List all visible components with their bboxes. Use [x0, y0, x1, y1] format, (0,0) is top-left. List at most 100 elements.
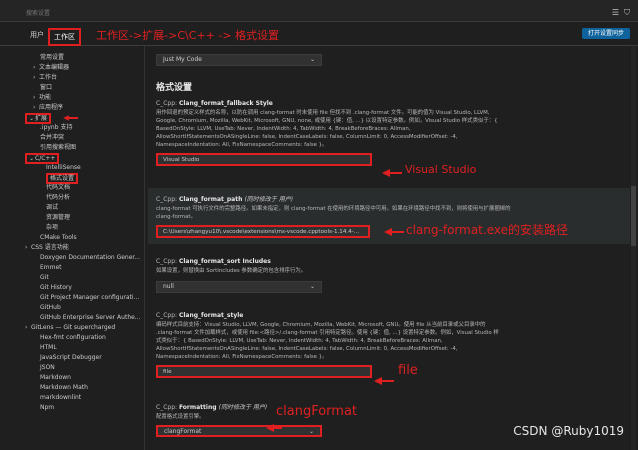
sidebar-item[interactable]: .ipynb 支持	[40, 123, 72, 133]
clang-format-style-input[interactable]: file	[156, 365, 372, 378]
annotation-arrow-line	[380, 380, 394, 382]
sidebar-item[interactable]: GitHub	[40, 303, 61, 313]
open-settings-sync-button[interactable]: 打开设置同步	[582, 28, 630, 39]
formatting-dropdown[interactable]: clangFormat ⌄	[156, 425, 322, 437]
sidebar-item[interactable]: Emmet	[40, 263, 62, 273]
sidebar-item-label: HTML	[40, 344, 57, 351]
sidebar-item-label: 杂项	[46, 224, 59, 231]
sidebar-item-label: IntelliSense	[46, 164, 81, 171]
sidebar-item[interactable]: JSON	[40, 363, 55, 373]
sidebar-item[interactable]: 代码分析	[46, 193, 70, 203]
sidebar-item[interactable]: CMake Tools	[40, 233, 77, 243]
tab-workspace[interactable]: 工作区	[48, 28, 81, 47]
sidebar-item-label: 工作台	[39, 74, 58, 81]
sidebar-item[interactable]: › CSS 语言功能	[25, 243, 69, 253]
sidebar-item-label: CSS 语言功能	[31, 244, 69, 251]
scroll-thumb[interactable]	[631, 186, 636, 246]
chevron-down-icon: ⌄	[308, 428, 314, 435]
sidebar-item-label: 功能	[39, 94, 52, 101]
sidebar-item[interactable]: Git History	[40, 283, 72, 293]
annotation-arrow-line	[68, 117, 78, 119]
section-heading: 格式设置	[156, 83, 193, 93]
sidebar-item-label: CMake Tools	[40, 234, 77, 241]
sidebar-item[interactable]: 调试	[46, 203, 58, 213]
annotation-clang-path: clang-format.exe的安装路径	[406, 223, 568, 237]
sidebar-item-label: 调试	[46, 204, 59, 211]
sidebar-item[interactable]: › 文本编辑器	[33, 63, 69, 73]
sidebar-item-label: C/C++	[35, 155, 56, 162]
chevron-down-icon: ⌄	[309, 56, 315, 63]
sidebar-item-label: GitLens — Git supercharged	[31, 324, 116, 331]
chevron-down-icon: ⌄	[309, 283, 315, 290]
sidebar-item-label: 常用设置	[40, 54, 65, 61]
sidebar-item-label: Git Project Manager configurati...	[40, 294, 140, 301]
clang-format-path-input[interactable]: C:\Users\zhangyu10\.vscode\extensions\ms…	[156, 225, 370, 238]
tab-user[interactable]: 用户	[30, 30, 44, 40]
sort-includes-dropdown[interactable]: null ⌄	[156, 281, 322, 293]
sidebar-item[interactable]: Markdown Math	[40, 383, 88, 393]
annotation-clangformat: clangFormat	[276, 404, 358, 419]
sidebar-item-label: JSON	[40, 364, 55, 371]
filter-icon[interactable]: ⛉	[624, 8, 630, 18]
sidebar-item-label: JavaScript Debugger	[40, 354, 102, 361]
search-bar: ☰ ⛉	[0, 0, 638, 22]
sidebar-item[interactable]: Git Project Manager configurati...	[40, 293, 139, 303]
sidebar-item-label: .ipynb 支持	[40, 124, 73, 131]
sidebar-item[interactable]: 资源管理	[46, 213, 70, 223]
setting-description: 如果设置，则替换由 SortIncludes 参数确定的包含排序行为。	[156, 268, 307, 274]
sidebar-item-label: Git	[40, 274, 49, 281]
setting-clang-format-style: C_Cpp: Clang_format_style 编码样式目前支持：Visua…	[156, 312, 626, 378]
sidebar-item[interactable]: › 工作台	[33, 73, 57, 83]
sidebar-item-label: Doxygen Documentation Gener...	[40, 254, 141, 261]
setting-description: 编码样式目前支持：Visual Studio, LLVM, Google, Ch…	[156, 322, 499, 360]
sidebar-item[interactable]: 合并冲突	[40, 133, 64, 143]
sidebar-item[interactable]: › 应用程序	[33, 103, 63, 113]
just-my-code-dropdown[interactable]: Just My Code ⌄	[156, 54, 322, 66]
sidebar-item[interactable]: HTML	[40, 343, 57, 353]
sidebar-item[interactable]: markdownlint	[40, 393, 81, 403]
sidebar-item-label: Npm	[40, 404, 55, 411]
annotation-arrow-line	[272, 427, 282, 429]
search-actions: ☰ ⛉	[612, 8, 630, 18]
dropdown-value: Just My Code	[163, 56, 202, 63]
sidebar-item-label: 格式设置	[50, 175, 75, 182]
sidebar-item[interactable]: 引用搜索视图	[40, 143, 76, 153]
dropdown-value: clangFormat	[164, 428, 202, 435]
annotation-arrow-line	[388, 172, 402, 174]
search-input[interactable]	[26, 8, 586, 19]
sidebar-item[interactable]: Doxygen Documentation Gener...	[40, 253, 140, 263]
sidebar-item[interactable]: 代码文档	[46, 183, 70, 193]
sidebar-item-label: Hex-fmt configuration	[40, 334, 106, 341]
sidebar-item-label: 代码分析	[46, 194, 71, 201]
sidebar-item-label: 资源管理	[46, 214, 71, 221]
settings-content: Just My Code ⌄ 格式设置 C_Cpp: Clang_format_…	[146, 46, 638, 450]
sidebar-item[interactable]: › 功能	[33, 93, 51, 103]
sidebar-item[interactable]: IntelliSense	[46, 163, 81, 173]
sidebar-item[interactable]: GitHub Enterprise Server Authe...	[40, 313, 141, 323]
sidebar-item[interactable]: JavaScript Debugger	[40, 353, 102, 363]
setting-title: C_Cpp: Formatting (同时修改于 用户)	[156, 404, 268, 411]
clear-filter-icon[interactable]: ☰	[612, 8, 619, 18]
sidebar-item-label: Git History	[40, 284, 72, 291]
setting-title: C_Cpp: Clang_format_fallback Style	[156, 100, 273, 107]
sidebar-item-label: 应用程序	[39, 104, 64, 111]
sidebar-item-label: 合并冲突	[40, 134, 65, 141]
scrollbar[interactable]	[631, 46, 636, 450]
sidebar-item[interactable]: Hex-fmt configuration	[40, 333, 106, 343]
setting-title: C_Cpp: Clang_format_style	[156, 312, 244, 319]
watermark: CSDN @Ruby1019	[513, 424, 624, 438]
setting-title: C_Cpp: Clang_format_path (同时修改于 用户)	[156, 196, 294, 203]
sidebar-item[interactable]: Git	[40, 273, 49, 283]
sidebar-item[interactable]: 窗口	[40, 83, 52, 93]
sidebar-item-label: GitHub	[40, 304, 61, 311]
sidebar-item[interactable]: Markdown	[40, 373, 71, 383]
annotation-arrow-line	[390, 231, 404, 233]
fallback-style-input[interactable]: Visual Studio	[156, 153, 372, 166]
sidebar-item-label: 代码文档	[46, 184, 71, 191]
sidebar-item[interactable]: Npm	[40, 403, 54, 413]
sidebar-item[interactable]: › GitLens — Git supercharged	[25, 323, 115, 333]
sidebar-item-label: 引用搜索视图	[40, 144, 77, 151]
sidebar-item[interactable]: 常用设置	[40, 53, 64, 63]
sidebar-item[interactable]: 杂项	[46, 223, 58, 233]
annotation-header: 工作区->扩展->C\C++ -> 格式设置	[96, 29, 280, 42]
